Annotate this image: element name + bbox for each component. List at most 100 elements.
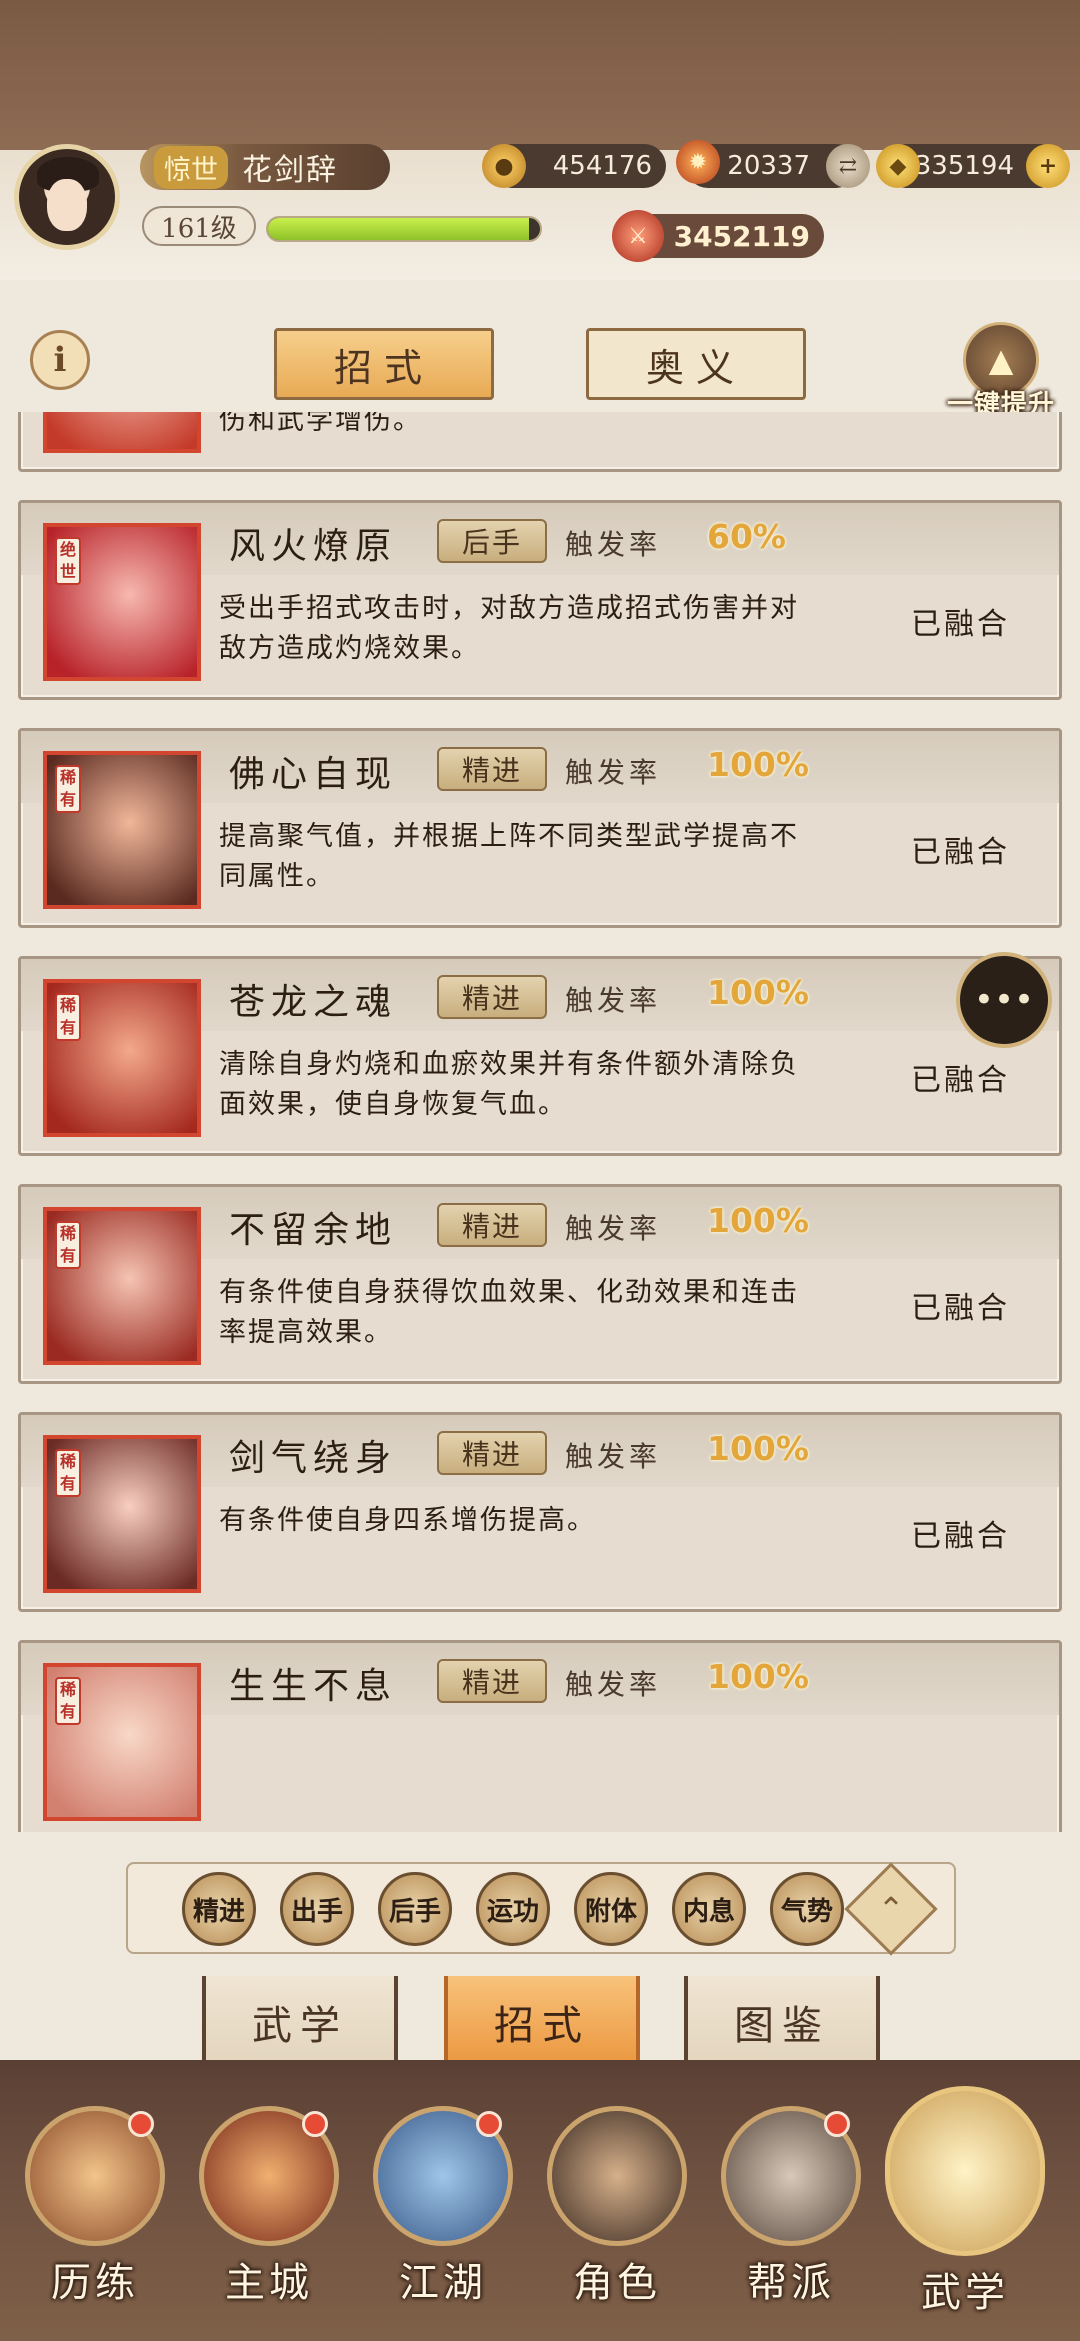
fused-status: 已融合 [911,607,1010,642]
combat-power-value: 3452119 [673,219,810,253]
nav-icon [25,2106,165,2246]
move-type-badge: 精进 [437,1203,547,1247]
rarity-tag: 稀有 [55,1221,81,1269]
nav-icon [885,2086,1045,2256]
ember-icon: ✹ [676,140,720,184]
filter-chip[interactable]: 内息 [672,1872,746,1946]
player-level: 161级 [142,206,256,246]
move-card[interactable]: 稀有 不留余地 精进 触发率 100% 有条件使自身获得饮血效果、化劲效果和连击率提高效果… [18,1184,1062,1384]
nav-item[interactable]: 帮派 [706,2086,876,2336]
chevron-up-icon: ⌃ [877,1890,905,1928]
subtab-martial[interactable]: 武学 [202,1976,398,2072]
nav-label: 武学 [921,2270,1009,2316]
player-name-pill: 惊世 花剑辞 [140,144,390,190]
move-type-badge: 精进 [437,747,547,791]
move-art-icon: 稀有 [43,751,201,909]
fused-status: 已融合 [911,1519,1010,1554]
tab-moves[interactable]: 招式 [274,328,494,400]
trigger-rate-value: 60% [707,517,786,556]
move-art-icon: 绝世 [43,412,201,453]
move-description: 有条件使自身四系增伤提高。 [219,1505,596,1536]
filter-chip[interactable]: 气势 [770,1872,844,1946]
chat-button[interactable]: ••• [956,952,1052,1048]
coin-amount: 454176 [552,151,652,181]
filter-chip[interactable]: 后手 [378,1872,452,1946]
ingot-amount: 335194 [914,151,1014,181]
rarity-tag: 绝世 [55,537,81,585]
player-avatar[interactable] [14,144,120,250]
filter-chip[interactable]: 运功 [476,1872,550,1946]
move-description: 清除自身灼烧和血瘀效果并有条件额外清除负面效果，使自身恢复气血。 [219,1049,799,1120]
move-card[interactable]: 稀有 生生不息 精进 触发率 100% [18,1640,1062,1832]
move-name: 生生不息 [229,1666,398,1707]
tab-mysteries[interactable]: 奥义 [586,328,806,400]
exp-bar-fill [268,218,530,240]
one-click-upgrade-button[interactable]: ▲ 一键提升 [936,322,1066,422]
exp-bar [266,216,542,242]
subtab-atlas[interactable]: 图鉴 [684,1976,880,2072]
rarity-tag: 稀有 [55,1677,81,1725]
trigger-rate-value: 100% [707,1201,809,1240]
trigger-rate-value: 100% [707,1657,809,1696]
move-card[interactable]: 稀有 剑气绕身 精进 触发率 100% 有条件使自身四系增伤提高。 已融合 [18,1412,1062,1612]
nav-icon [547,2106,687,2246]
moves-list[interactable]: 绝世夜行金烛出手触发率60%对敌方造成招式伤害，有条件提高自身招式增伤和武学增伤… [0,412,1080,1832]
info-button[interactable]: i [30,330,90,390]
trigger-rate-value: 100% [707,1429,809,1468]
move-card[interactable]: 稀有 苍龙之魂 精进 触发率 100% 清除自身灼烧和血瘀效果并有条件额外清除负面效果，使… [18,956,1062,1156]
nav-label: 帮派 [747,2260,835,2306]
trigger-rate-value: 100% [707,973,809,1012]
move-art-icon: 稀有 [43,1663,201,1821]
player-name: 花剑辞 [242,153,338,188]
filter-chip[interactable]: 出手 [280,1872,354,1946]
nav-item[interactable]: 武学 [880,2086,1050,2336]
notification-dot [476,2111,502,2137]
move-card[interactable]: 绝世 风火燎原 后手 触发率 60% 受出手招式攻击时，对敌方造成招式伤害并对敌方造成灼烧… [18,500,1062,700]
subtab-moves[interactable]: 招式 [444,1976,640,2072]
filter-chip[interactable]: 附体 [574,1872,648,1946]
coin-icon: ● [482,144,526,188]
move-card[interactable]: 绝世夜行金烛出手触发率60%对敌方造成招式伤害，有条件提高自身招式增伤和武学增伤… [18,412,1062,472]
rarity-tag: 稀有 [55,1449,81,1497]
nav-icon [199,2106,339,2246]
move-type-badge: 精进 [437,1431,547,1475]
move-art [47,412,197,449]
ember-amount: 20337 [727,151,810,181]
ember-exchange-icon[interactable]: ⇄ [826,144,870,188]
trigger-rate-label: 触发率 [565,528,662,561]
move-type-badge: 精进 [437,1659,547,1703]
rarity-tag: 稀有 [55,765,81,813]
filter-chip[interactable]: 精进 [182,1872,256,1946]
nav-label: 江湖 [399,2260,487,2306]
trigger-rate-label: 触发率 [565,1668,662,1701]
nav-icon [721,2106,861,2246]
move-description: 对敌方造成招式伤害，有条件提高自身招式增伤和武学增伤。 [219,412,422,436]
notification-dot [302,2111,328,2137]
move-description: 有条件使自身获得饮血效果、化劲效果和连击率提高效果。 [219,1277,799,1348]
move-type-badge: 精进 [437,975,547,1019]
move-description: 受出手招式攻击时，对敌方造成招式伤害并对敌方造成灼烧效果。 [219,593,799,664]
nav-item[interactable]: 江湖 [358,2086,528,2336]
nav-item[interactable]: 角色 [532,2086,702,2336]
move-type-badge: 后手 [437,519,547,563]
fused-status: 已融合 [911,1063,1010,1098]
move-card[interactable]: 稀有 佛心自现 精进 触发率 100% 提高聚气值，并根据上阵不同类型武学提高不同属性。 已… [18,728,1062,928]
move-name: 佛心自现 [229,754,398,795]
trigger-rate-label: 触发率 [565,1212,662,1245]
nav-item[interactable]: 历练 [10,2086,180,2336]
avatar-face [47,179,87,231]
rarity-tag: 稀有 [55,993,81,1041]
move-art-icon: 稀有 [43,1435,201,1593]
chat-bubble-icon: ••• [973,980,1035,1020]
move-type-filter-bar: ⌃ 精进 出手 后手 运功 附体 内息 气势 [126,1862,956,1956]
move-description: 提高聚气值，并根据上阵不同类型武学提高不同属性。 [219,821,799,892]
power-icon: ⚔ [612,210,664,262]
notification-dot [128,2111,154,2137]
moves-header: i 招式 奥义 ▲ 一键提升 [0,300,1080,420]
nav-label: 历练 [51,2260,139,2306]
move-name: 苍龙之魂 [229,982,398,1023]
move-name: 剑气绕身 [229,1438,398,1479]
nav-item[interactable]: 主城 [184,2086,354,2336]
add-currency-icon[interactable]: + [1026,144,1070,188]
info-icon: i [53,340,67,380]
